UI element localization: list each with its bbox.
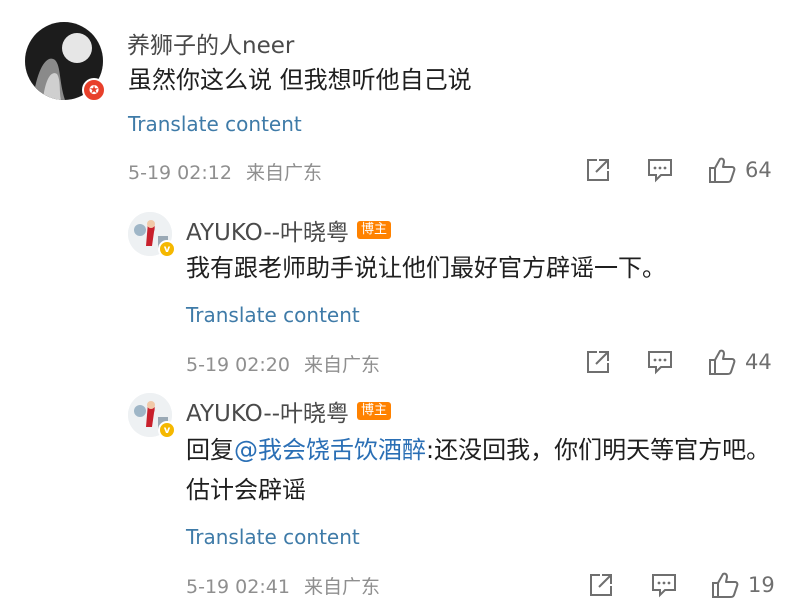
comment-icon <box>648 159 672 183</box>
username-label: AYUKO--叶晓粤 <box>186 401 349 427</box>
share-icon <box>590 574 612 596</box>
reply-body: 我有跟老师助手说让他们最好官方辟谣一下。 <box>186 254 666 282</box>
mention-link[interactable]: @我会饶舌饮酒醉 <box>234 436 426 464</box>
comment-date: 5-19 02:12 <box>128 162 232 184</box>
translate-link[interactable]: Translate content <box>186 525 360 549</box>
comment-icon <box>652 574 676 598</box>
username-label: AYUKO--叶晓粤 <box>186 220 349 246</box>
share-icon <box>587 159 609 181</box>
comment-username[interactable]: 养狮子的人neer <box>127 26 294 60</box>
like-button[interactable]: 44 <box>707 347 772 377</box>
comment-button[interactable] <box>650 572 678 598</box>
reply-meta: 5-19 02:41 来自广东 <box>186 572 380 599</box>
user-badge-icon: ✪ <box>82 78 106 102</box>
reply-text: 回复@我会饶舌饮酒醉:还没回我，你们明天等官方吧。估计会辟谣 <box>186 430 771 510</box>
like-count: 64 <box>745 158 772 182</box>
username-label: 养狮子的人neer <box>127 33 295 59</box>
comment-icon <box>648 351 672 375</box>
host-tag: 博主 <box>357 221 392 239</box>
translate-link[interactable]: Translate content <box>186 303 360 327</box>
thumbs-up-icon <box>712 572 739 598</box>
thumbs-up-icon <box>709 349 736 375</box>
share-icon <box>587 351 609 373</box>
like-button[interactable]: 19 <box>710 570 775 600</box>
thumbs-up-icon <box>709 157 736 183</box>
reply-location: 来自广东 <box>303 576 380 598</box>
comment-text: 虽然你这么说 但我想听他自己说 <box>128 60 778 100</box>
reply-date: 5-19 02:41 <box>186 576 290 598</box>
host-tag: 博主 <box>357 402 392 420</box>
reply-date: 5-19 02:20 <box>186 354 290 376</box>
like-button[interactable]: 64 <box>707 155 772 185</box>
reply-meta: 5-19 02:20 来自广东 <box>186 350 380 377</box>
like-count: 44 <box>745 350 772 374</box>
avatar[interactable]: ✪ <box>25 22 106 102</box>
reply-text: 我有跟老师助手说让他们最好官方辟谣一下。 <box>186 248 776 288</box>
reply-prefix: 回复 <box>186 436 234 464</box>
comment-body: 虽然你这么说 但我想听他自己说 <box>128 66 472 94</box>
translate-link[interactable]: Translate content <box>128 112 302 136</box>
avatar[interactable]: v <box>128 212 176 258</box>
reply-username[interactable]: AYUKO--叶晓粤 博主 <box>186 394 392 428</box>
verified-icon: v <box>158 240 176 258</box>
share-button[interactable] <box>588 572 614 598</box>
share-button[interactable] <box>585 157 611 183</box>
reply-username[interactable]: AYUKO--叶晓粤 博主 <box>186 213 392 247</box>
comment-location: 来自广东 <box>245 162 322 184</box>
like-count: 19 <box>748 573 775 597</box>
verified-icon: v <box>158 421 176 439</box>
share-button[interactable] <box>585 349 611 375</box>
reply-location: 来自广东 <box>303 354 380 376</box>
comment-button[interactable] <box>646 349 674 375</box>
comment-meta: 5-19 02:12 来自广东 <box>128 158 322 185</box>
comment-button[interactable] <box>646 157 674 183</box>
avatar[interactable]: v <box>128 393 176 439</box>
